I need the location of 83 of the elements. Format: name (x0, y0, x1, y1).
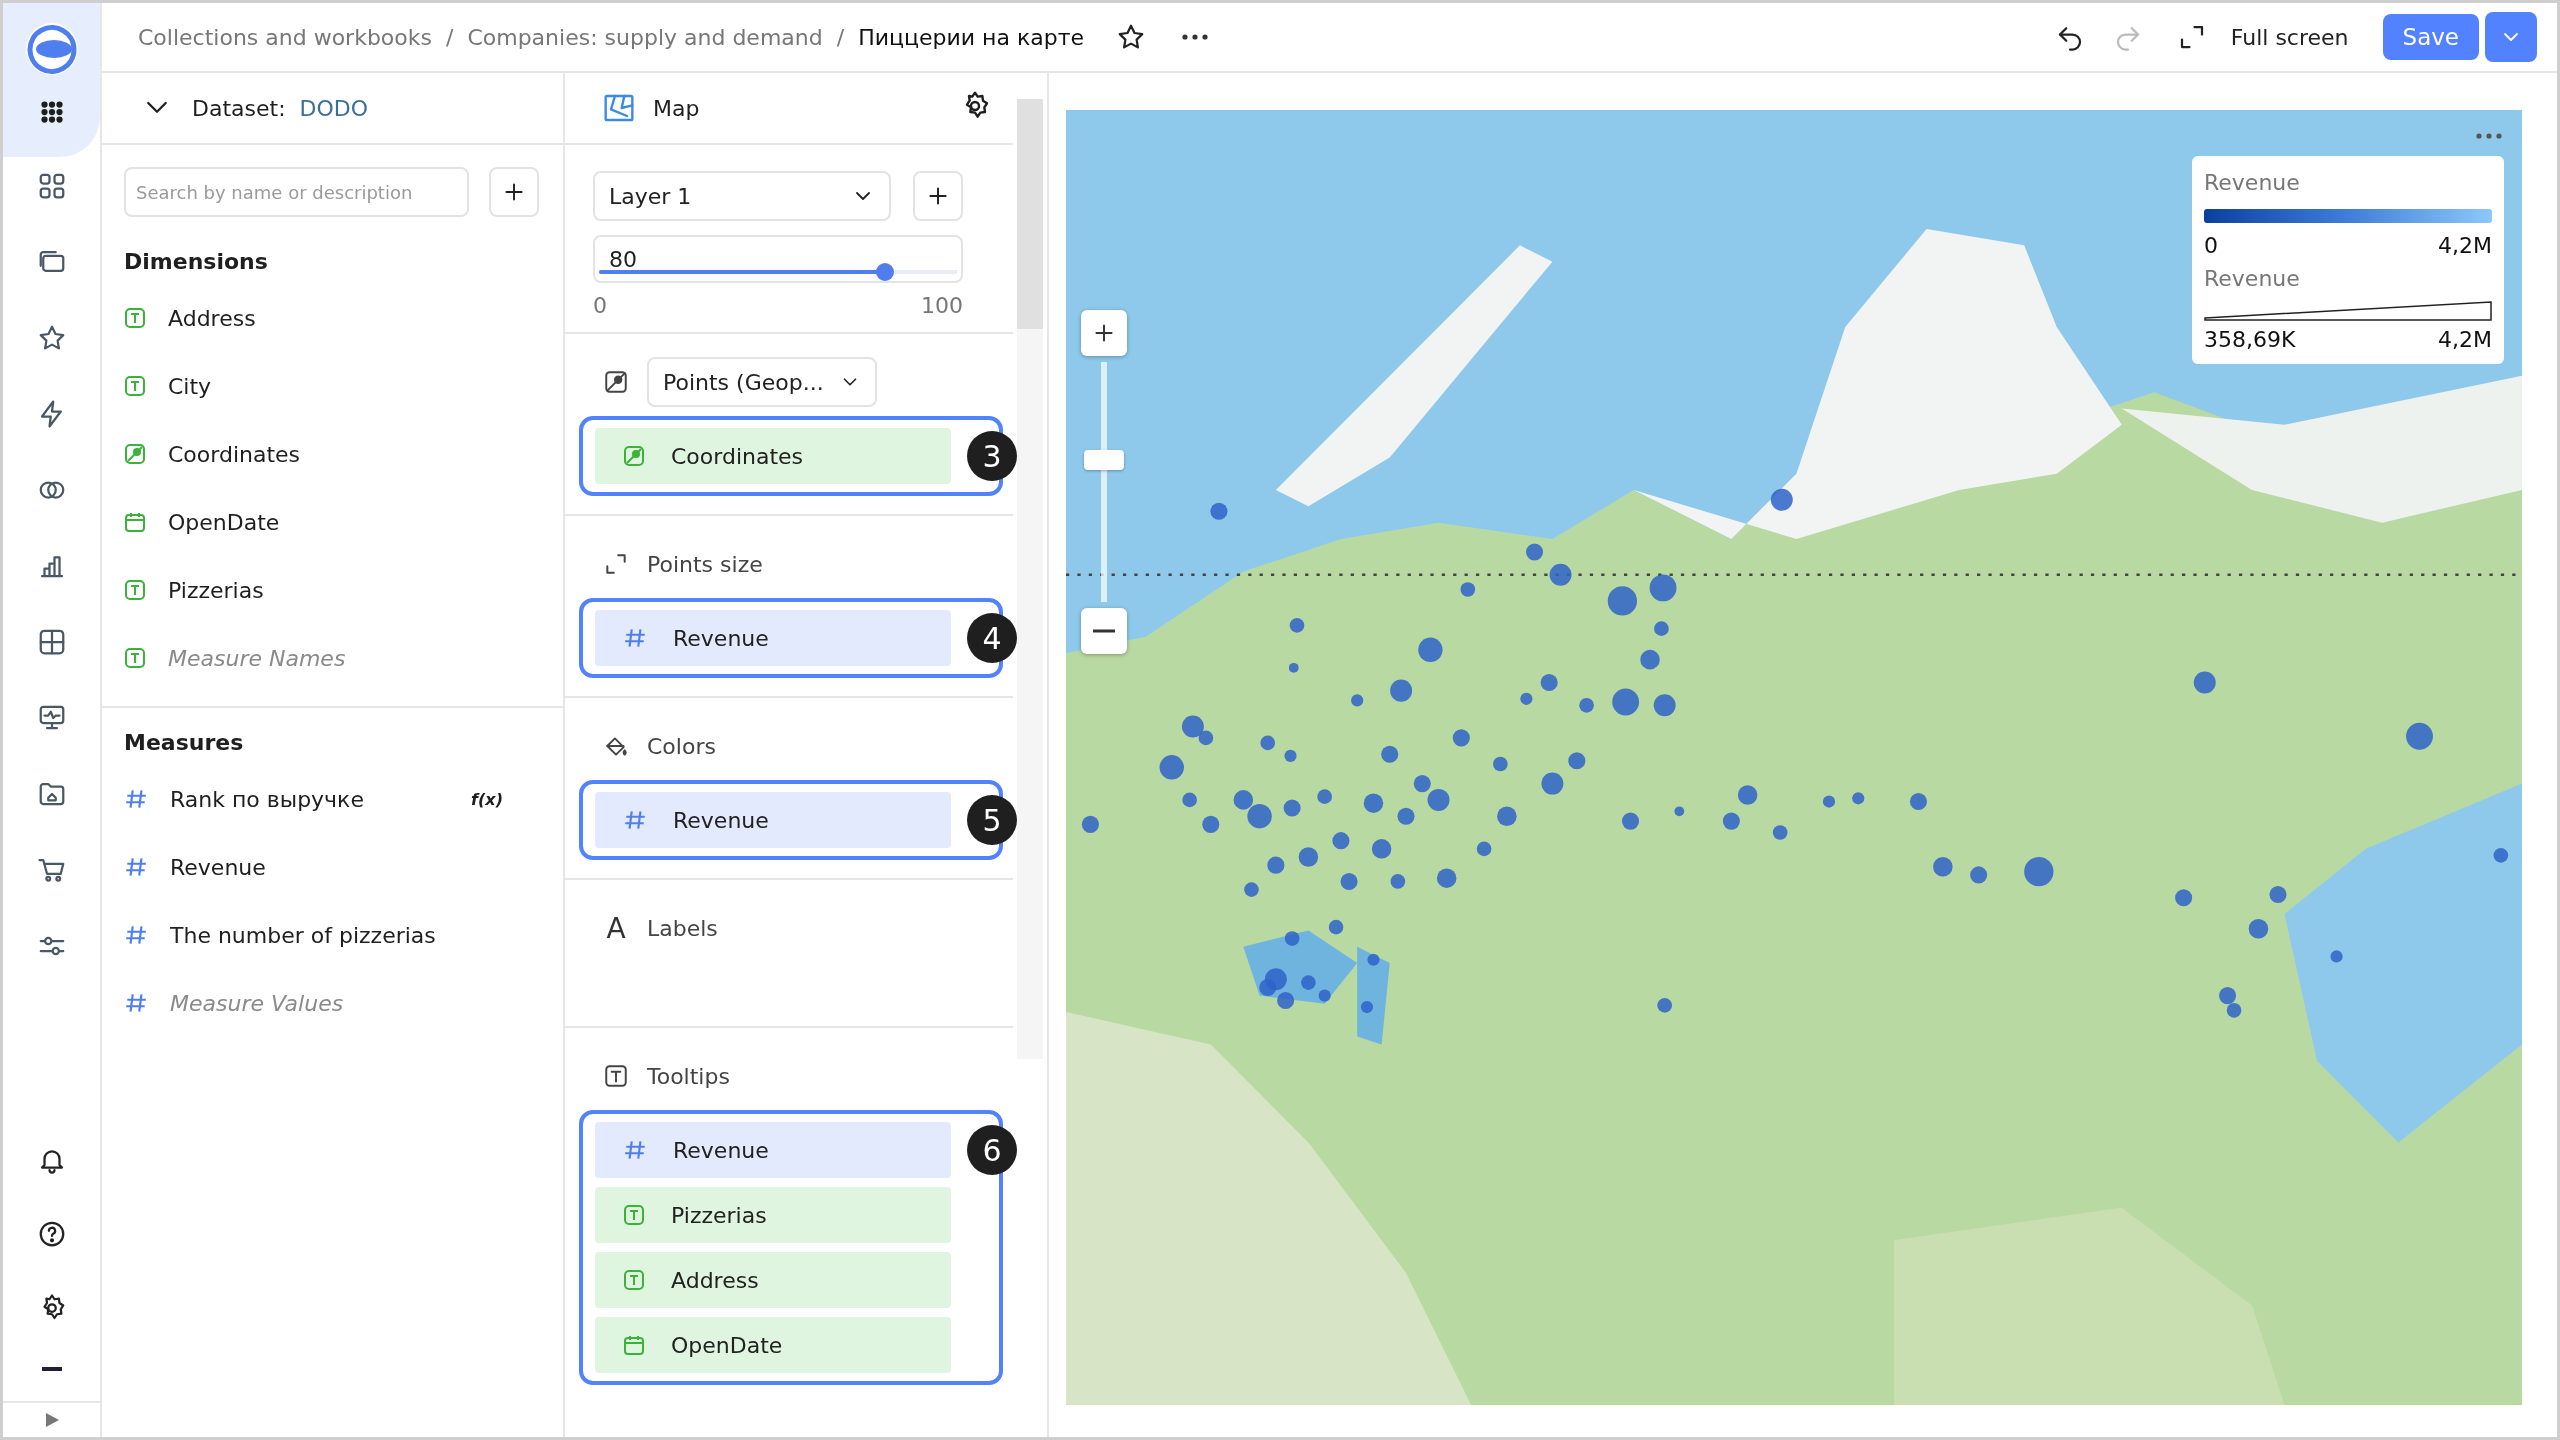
legend-title: Revenue (2204, 266, 2300, 291)
minus-icon[interactable] (41, 1367, 62, 1371)
zoom-in-button[interactable] (1081, 310, 1127, 356)
save-menu-button[interactable] (2485, 12, 2537, 62)
field-item[interactable]: City (168, 373, 212, 399)
zoom-track[interactable] (1101, 362, 1107, 602)
add-field-button[interactable] (489, 167, 539, 217)
logo-icon[interactable] (23, 21, 80, 77)
scrollbar-thumb[interactable] (1017, 99, 1043, 329)
breadcrumb[interactable]: Companies: supply and demand (467, 24, 823, 50)
search-field[interactable]: Search by name or description (124, 167, 469, 217)
field-item[interactable]: Revenue (170, 854, 266, 880)
breadcrumb-separator: / (836, 24, 845, 50)
slider-thumb[interactable] (876, 263, 895, 281)
section-title: Tooltips (647, 1063, 730, 1089)
text-type-icon (124, 579, 146, 601)
legend-title: Revenue (2204, 170, 2300, 195)
legend-min: 358,69K (2204, 327, 2296, 352)
section-title: Labels (647, 915, 718, 941)
hash-icon (623, 626, 647, 650)
text-box-icon (603, 1063, 629, 1089)
calendar-icon (124, 511, 146, 533)
add-layer-button[interactable] (913, 171, 963, 221)
calendar-icon (623, 1334, 645, 1356)
more-icon[interactable] (1182, 34, 1208, 40)
hash-icon (124, 923, 148, 947)
field-chip[interactable]: Address (595, 1252, 951, 1308)
step-number: 3 (967, 431, 1017, 481)
section-title: Points size (647, 551, 763, 577)
formula-mark: f(x) (471, 789, 503, 809)
layer-type-select[interactable]: Points (Geop... (647, 357, 877, 407)
field-item[interactable]: OpenDate (168, 509, 280, 535)
breadcrumb: Пиццерии на карте (858, 24, 1084, 50)
geo-type-icon (124, 443, 146, 465)
text-type-icon (124, 375, 146, 397)
legend-min: 0 (2204, 233, 2218, 258)
field-item[interactable]: The number of pizzerias (170, 922, 436, 948)
group-title: Measures (123, 729, 245, 757)
labels-icon: A (603, 911, 629, 945)
hash-icon (124, 787, 148, 811)
save-button[interactable]: Save (2382, 14, 2479, 60)
field-item[interactable]: Rank по выручке (170, 786, 364, 812)
field-chip[interactable]: Revenue (595, 792, 951, 848)
legend-max: 4,2M (2438, 233, 2492, 258)
resize-icon (603, 551, 629, 577)
dataset-label: Dataset: (192, 95, 286, 121)
section-title: Colors (647, 733, 716, 759)
breadcrumb-separator: / (446, 24, 454, 50)
field-chip[interactable]: Revenue (595, 1122, 951, 1178)
slider-max: 100 (921, 293, 963, 318)
fullscreen-button[interactable]: Full screen (2220, 24, 2369, 50)
opacity-field[interactable]: 80 (593, 235, 963, 283)
field-chip[interactable]: OpenDate (595, 1317, 951, 1373)
hash-icon (124, 855, 148, 879)
field-item[interactable]: Pizzerias (168, 577, 264, 603)
map-icon (603, 92, 635, 124)
hash-icon (623, 808, 647, 832)
step-number: 6 (967, 1125, 1017, 1175)
geo-type-icon (623, 445, 645, 467)
text-type-icon (124, 307, 146, 329)
text-type-icon (623, 1269, 645, 1291)
hash-icon (623, 1138, 647, 1162)
group-title: Dimensions (123, 248, 269, 276)
step-number: 4 (967, 613, 1017, 663)
layer-select[interactable]: Layer 1 (593, 171, 891, 221)
zoom-out-button[interactable] (1081, 608, 1127, 654)
visualization-name[interactable]: Map (653, 95, 700, 121)
slider-min: 0 (593, 293, 607, 318)
legend-max: 4,2M (2438, 327, 2492, 352)
dataset-name[interactable]: DODO (299, 95, 369, 121)
field-item[interactable]: Address (168, 305, 256, 331)
hash-icon (124, 991, 148, 1015)
text-type-icon (124, 647, 146, 669)
minus-icon (1093, 629, 1115, 633)
step-number: 5 (967, 795, 1017, 845)
field-chip[interactable]: Coordinates (595, 428, 951, 484)
field-chip[interactable]: Revenue (595, 610, 951, 666)
map-point-icon (603, 369, 629, 395)
zoom-handle[interactable] (1084, 450, 1124, 470)
text-type-icon (623, 1204, 645, 1226)
field-chip[interactable]: Pizzerias (595, 1187, 951, 1243)
breadcrumb[interactable]: Collections and workbooks (138, 24, 432, 50)
field-item[interactable]: Coordinates (168, 441, 301, 467)
